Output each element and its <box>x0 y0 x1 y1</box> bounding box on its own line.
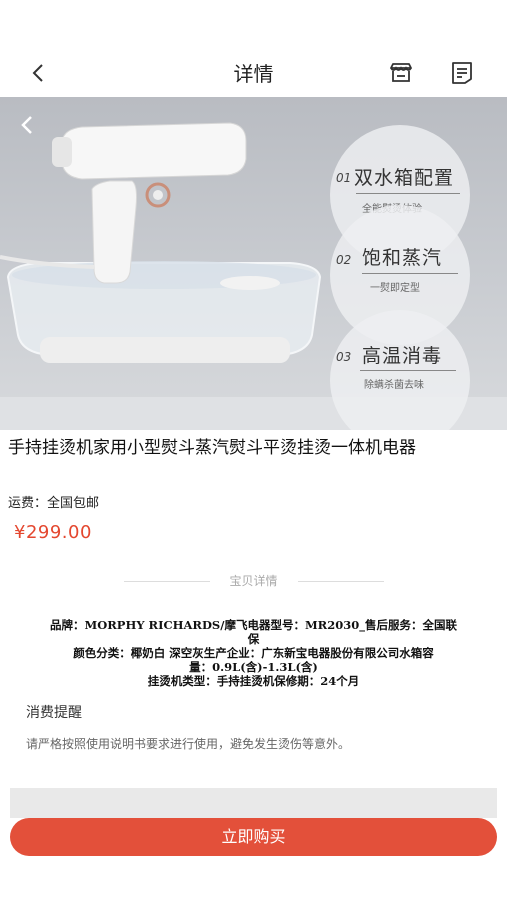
product-price: ¥299.00 <box>14 522 92 543</box>
document-icon[interactable] <box>449 60 475 86</box>
buy-now-button[interactable]: 立即购买 <box>10 818 497 856</box>
spec-line: 挂烫机类型：手持挂烫机保修期：24个月 <box>147 674 360 688</box>
feature-number: 03 <box>336 350 352 364</box>
page-title: 详情 <box>233 62 274 86</box>
content-footer-bar <box>10 788 497 818</box>
shipping-info: 运费：全国包邮 <box>8 496 100 511</box>
product-title: 手持挂烫机家用小型熨斗蒸汽熨斗平烫挂烫一体机电器 <box>8 438 416 458</box>
spec-line: 颜色分类：椰奶白 深空灰生产企业：广东新宝电器股份有限公司水箱容 <box>73 646 434 660</box>
feature-number: 02 <box>336 253 352 267</box>
spec-line: 品牌：MORPHY RICHARDS/摩飞电器型号：MR2030_售后服务：全国… <box>50 618 457 632</box>
feature-number: 01 <box>336 171 352 185</box>
spec-line: 保 <box>247 632 260 646</box>
feature-subtitle: 除螨杀菌去味 <box>364 380 424 391</box>
store-icon[interactable] <box>388 60 414 86</box>
details-section-label: 宝贝详情 <box>229 574 278 588</box>
spec-line: 量：0.9L(含)-1.3L(含) <box>189 660 318 674</box>
product-image[interactable]: 01 双水箱配置 全能熨烫体验 02 饱和蒸汽 一熨即定型 03 高温消毒 除螨… <box>0 97 507 430</box>
feature-subtitle: 一熨即定型 <box>370 283 420 294</box>
product-specs: 品牌：MORPHY RICHARDS/摩飞电器型号：MR2030_售后服务：全国… <box>10 618 497 688</box>
top-nav-bar: 详情 <box>0 0 507 97</box>
feature-title: 饱和蒸汽 <box>362 247 443 269</box>
image-back-icon[interactable] <box>16 113 40 137</box>
notice-title: 消费提醒 <box>26 705 82 721</box>
feature-title: 高温消毒 <box>362 345 443 367</box>
notice-text: 请严格按照使用说明书要求进行使用，避免发生烫伤等意外。 <box>26 737 351 751</box>
feature-divider <box>362 273 458 274</box>
divider-line-right <box>298 581 384 582</box>
details-section-divider: 宝贝详情 <box>0 572 507 592</box>
feature-divider <box>360 370 456 371</box>
feature-title: 双水箱配置 <box>354 167 455 189</box>
feature-divider <box>356 193 460 194</box>
